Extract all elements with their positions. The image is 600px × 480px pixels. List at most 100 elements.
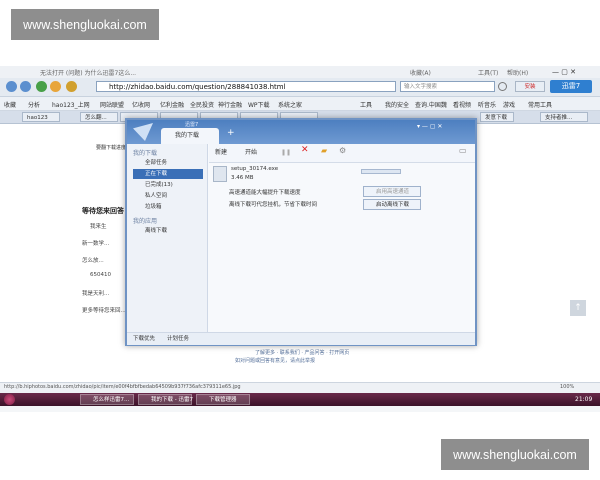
toolbar-item[interactable]: 工具 <box>360 100 372 109</box>
question-link[interactable]: 我是天利... <box>82 289 109 297</box>
toolbar-item[interactable]: 常用工具 <box>528 100 552 109</box>
folder-open-icon[interactable]: ▭ <box>459 145 467 157</box>
search-input[interactable]: 输入文字搜索 <box>400 81 495 92</box>
thunder-logo-icon <box>133 123 153 141</box>
taskbar-item[interactable]: 下载管理器 <box>196 394 250 405</box>
sidebar-item-offline[interactable]: 离线下载 <box>133 226 203 236</box>
hint-high-speed: 高速通道能大幅提升下载速度 <box>229 190 301 196</box>
tab-question[interactable]: 怎么翻... <box>80 112 118 122</box>
taskbar-item[interactable]: 我的下载 - 迅雷7 <box>138 394 193 405</box>
add-tab-button[interactable]: + <box>227 128 235 138</box>
toolbar-item[interactable]: hao123_上网 <box>52 100 90 109</box>
back-icon[interactable] <box>6 81 17 92</box>
section-heading: 等待您来回答 <box>82 207 124 215</box>
hint-offline: 离线下载可代您挂机，节省下载时间 <box>229 202 318 208</box>
new-task-label: 新建 <box>215 149 228 156</box>
question-link[interactable]: 新一数学... <box>82 239 109 247</box>
undo-icon[interactable] <box>66 81 77 92</box>
task-progress-bar <box>361 169 401 174</box>
taskbar: 怎么样迅雷7... 我的下载 - 迅雷7 下载管理器 21:09 <box>0 393 600 406</box>
clock: 21:09 <box>575 396 593 403</box>
browser-title-bar: 无法打开 (问题) 为什么迅雷7这么... 收藏(A) 工具(T) 帮助(H) … <box>0 66 600 78</box>
forward-icon[interactable] <box>20 81 31 92</box>
menu-help[interactable]: 帮助(H) <box>507 68 528 77</box>
thunder7-button[interactable]: 迅雷7 <box>550 80 592 93</box>
tab-hao123[interactable]: hao123 <box>22 112 60 122</box>
toolbar-item[interactable]: 分析 <box>28 100 40 109</box>
footer-links-2[interactable]: 如对问题或回答有意见，请点此举报 <box>235 357 315 364</box>
toolbar-item[interactable]: WP下载 <box>248 100 270 109</box>
favorites-toolbar: 收藏 分析 hao123_上网 网站联盟 亿收网 亿利金融 全民投资 神行金融 … <box>0 97 600 111</box>
watermark-bottom: www.shengluokai.com <box>441 439 589 470</box>
toolbar-item[interactable]: 全民投资 <box>190 100 214 109</box>
question-link[interactable]: 怎么放... <box>82 256 104 264</box>
app-name: 迅雷7 <box>185 122 199 128</box>
toolbar-item[interactable]: 神行金融 <box>218 100 242 109</box>
toolbar-item[interactable]: 听音乐 <box>478 100 496 109</box>
task-size: 3.46 MB <box>231 175 254 181</box>
dialog-toolbar: 新建 开始 ❚❚ ✕ ▰ ⚙ ▭ <box>209 144 475 163</box>
download-priority-button[interactable]: 下载优先 <box>133 333 155 345</box>
address-bar[interactable]: http://zhidao.baidu.com/question/2888410… <box>96 81 396 92</box>
toolbar-item[interactable]: 亿收网 <box>132 100 150 109</box>
window-controls[interactable]: ▾ — ▢ ✕ <box>417 123 442 130</box>
file-icon <box>213 166 227 182</box>
toolbar-item[interactable]: 收藏 <box>4 100 16 109</box>
sidebar-item-private[interactable]: 私人空间 <box>133 191 203 201</box>
offline-download-button[interactable]: 启动离线下载 <box>363 199 421 210</box>
toolbar-item[interactable]: 看视频 <box>453 100 471 109</box>
tab[interactable]: 支持者推... <box>540 112 588 122</box>
download-task-row[interactable]: setup_30174.exe 3.46 MB <box>211 164 471 186</box>
toolbar-item[interactable]: 查询.中国魏 <box>415 100 447 109</box>
start-button[interactable] <box>4 394 15 405</box>
sidebar-item-all[interactable]: 全部任务 <box>133 158 203 168</box>
tab[interactable]: 发意下载 <box>480 112 514 122</box>
install-button[interactable]: 安装 <box>515 81 545 92</box>
dialog-header: 迅雷7 我的下载 + ▾ — ▢ ✕ <box>127 120 475 144</box>
back-to-top-icon[interactable]: ↑ <box>570 300 586 316</box>
high-speed-button[interactable]: 启用高速通道 <box>363 186 421 197</box>
toolbar-item[interactable]: 亿利金融 <box>160 100 184 109</box>
dialog-sidebar: 我的下载 全部任务 正在下载 已完成(13) 私人空间 垃圾箱 我的应用 离线下… <box>127 144 208 332</box>
toolbar-item[interactable]: 系统之家 <box>278 100 302 109</box>
folder-icon[interactable]: ▰ <box>321 145 327 157</box>
watermark-top: www.shengluokai.com <box>11 9 159 40</box>
footer-links[interactable]: 了解更多 · 联系我们 · 产品问答 · 打开网页 <box>255 349 349 356</box>
scheduled-tasks-button[interactable]: 计划任务 <box>167 333 189 345</box>
window-title: 无法打开 (问题) 为什么迅雷7这么... <box>40 70 137 77</box>
tab-my-downloads[interactable]: 我的下载 <box>161 128 219 144</box>
question-label: 要翻下载进度 <box>96 145 127 151</box>
taskbar-item[interactable]: 怎么样迅雷7... <box>80 394 134 405</box>
toolbar-item[interactable]: 我的安全 <box>385 100 409 109</box>
more-link[interactable]: 更多等待您来回... <box>82 306 126 314</box>
start-label: 开始 <box>245 149 258 156</box>
refresh-icon[interactable] <box>36 81 47 92</box>
menu-tools[interactable]: 工具(T) <box>478 68 498 77</box>
question-link[interactable]: 我来生 <box>90 222 107 230</box>
search-icon[interactable] <box>498 82 507 91</box>
settings-icon[interactable]: ⚙ <box>339 145 346 157</box>
sidebar-item-downloading[interactable]: 正在下载 <box>133 169 203 179</box>
sidebar-item-completed[interactable]: 已完成(13) <box>133 180 203 190</box>
toolbar-item[interactable]: 游戏 <box>503 100 515 109</box>
thunder-dialog: 迅雷7 我的下载 + ▾ — ▢ ✕ 我的下载 全部任务 正在下载 已完成(13… <box>125 118 477 346</box>
sidebar-item-trash[interactable]: 垃圾箱 <box>133 202 203 212</box>
toolbar-item[interactable]: 网站联盟 <box>100 100 124 109</box>
dialog-footer: 下载优先 计划任务 <box>127 332 475 345</box>
menu-favorites[interactable]: 收藏(A) <box>410 68 431 77</box>
sidebar-section: 我的应用 <box>133 218 158 225</box>
status-url: http://b.hiphotos.baidu.com/zhidao/pic/i… <box>4 384 241 390</box>
question-link[interactable]: 650410 <box>90 272 111 278</box>
new-task-button[interactable]: 新建 <box>215 147 227 159</box>
pause-icon[interactable]: ❚❚ <box>281 147 291 159</box>
zoom-level[interactable]: 100% <box>560 384 574 390</box>
window-controls[interactable]: — ▢ ✕ <box>552 68 576 76</box>
status-bar: http://b.hiphotos.baidu.com/zhidao/pic/i… <box>0 382 600 393</box>
start-button[interactable]: 开始 <box>245 147 257 159</box>
sidebar-section: 我的下载 <box>133 150 158 157</box>
address-row: http://zhidao.baidu.com/question/2888410… <box>0 78 600 97</box>
task-filename: setup_30174.exe <box>231 166 279 172</box>
home-icon[interactable] <box>50 81 61 92</box>
delete-icon[interactable]: ✕ <box>301 144 309 156</box>
browser-screenshot: 无法打开 (问题) 为什么迅雷7这么... 收藏(A) 工具(T) 帮助(H) … <box>0 66 600 412</box>
